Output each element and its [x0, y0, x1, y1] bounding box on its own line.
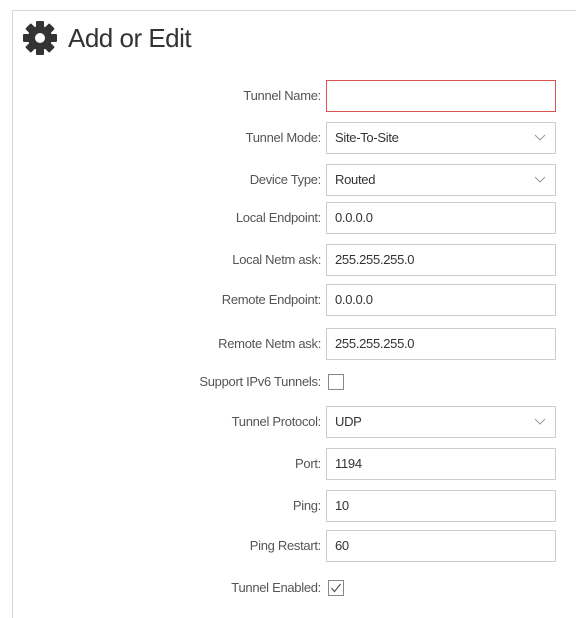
port-row: Port: 1194: [0, 448, 576, 480]
ping-restart-input[interactable]: 60: [326, 530, 556, 562]
tunnel-mode-label: Tunnel Mode:: [245, 130, 322, 145]
tunnel-mode-row: Tunnel Mode: Site-To-Site: [0, 122, 576, 154]
tunnel-name-label: Tunnel Name:: [243, 88, 321, 103]
device-type-value: Routed: [335, 172, 376, 187]
device-type-row: Device Type: Routed: [0, 164, 576, 196]
tunnel-enabled-row: Tunnel Enabled:: [0, 572, 576, 604]
page-title: Add or Edit: [68, 22, 192, 53]
device-type-select[interactable]: Routed: [326, 164, 556, 196]
local-netmask-label: Local Netm ask:: [232, 252, 321, 267]
port-input[interactable]: 1194: [326, 448, 556, 480]
local-endpoint-input[interactable]: 0.0.0.0: [326, 202, 556, 234]
tunnel-protocol-value: UDP: [335, 414, 362, 429]
support-ipv6-row: Support IPv6 Tunnels:: [0, 366, 576, 398]
remote-netmask-row: Remote Netm ask: 255.255.255.0: [0, 328, 576, 360]
chevron-down-icon: [534, 176, 546, 183]
remote-netmask-input[interactable]: 255.255.255.0: [326, 328, 556, 360]
remote-endpoint-row: Remote Endpoint: 0.0.0.0: [0, 284, 576, 316]
checkmark-icon: [331, 583, 341, 593]
local-endpoint-row: Local Endpoint: 0.0.0.0: [0, 202, 576, 234]
tunnel-protocol-label: Tunnel Protocol:: [231, 414, 322, 429]
tunnel-name-row: Tunnel Name:: [0, 80, 576, 112]
chevron-down-icon: [534, 418, 546, 425]
ping-restart-label: Ping Restart:: [249, 538, 322, 553]
tunnel-protocol-row: Tunnel Protocol: UDP: [0, 406, 576, 438]
local-endpoint-label: Local Endpoint:: [235, 210, 321, 225]
tunnel-enabled-checkbox[interactable]: [328, 580, 344, 596]
remote-netmask-label: Remote Netm ask:: [218, 336, 321, 351]
chevron-down-icon: [534, 134, 546, 141]
tunnel-name-input[interactable]: [326, 80, 556, 112]
tunnel-mode-select[interactable]: Site-To-Site: [326, 122, 556, 154]
remote-endpoint-input[interactable]: 0.0.0.0: [326, 284, 556, 316]
support-ipv6-label: Support IPv6 Tunnels:: [199, 374, 321, 389]
support-ipv6-checkbox[interactable]: [328, 374, 344, 390]
tunnel-mode-value: Site-To-Site: [335, 130, 399, 145]
page-header: Add or Edit: [20, 18, 192, 58]
local-netmask-row: Local Netm ask: 255.255.255.0: [0, 244, 576, 276]
ping-input[interactable]: 10: [326, 490, 556, 522]
ping-restart-row: Ping Restart: 60: [0, 530, 576, 562]
tunnel-protocol-select[interactable]: UDP: [326, 406, 556, 438]
port-label: Port:: [295, 456, 321, 471]
gear-icon: [20, 18, 60, 58]
local-netmask-input[interactable]: 255.255.255.0: [326, 244, 556, 276]
ping-row: Ping: 10: [0, 490, 576, 522]
remote-endpoint-label: Remote Endpoint:: [221, 292, 322, 307]
device-type-label: Device Type:: [249, 172, 322, 187]
ping-label: Ping:: [292, 498, 321, 513]
tunnel-enabled-label: Tunnel Enabled:: [231, 580, 321, 595]
